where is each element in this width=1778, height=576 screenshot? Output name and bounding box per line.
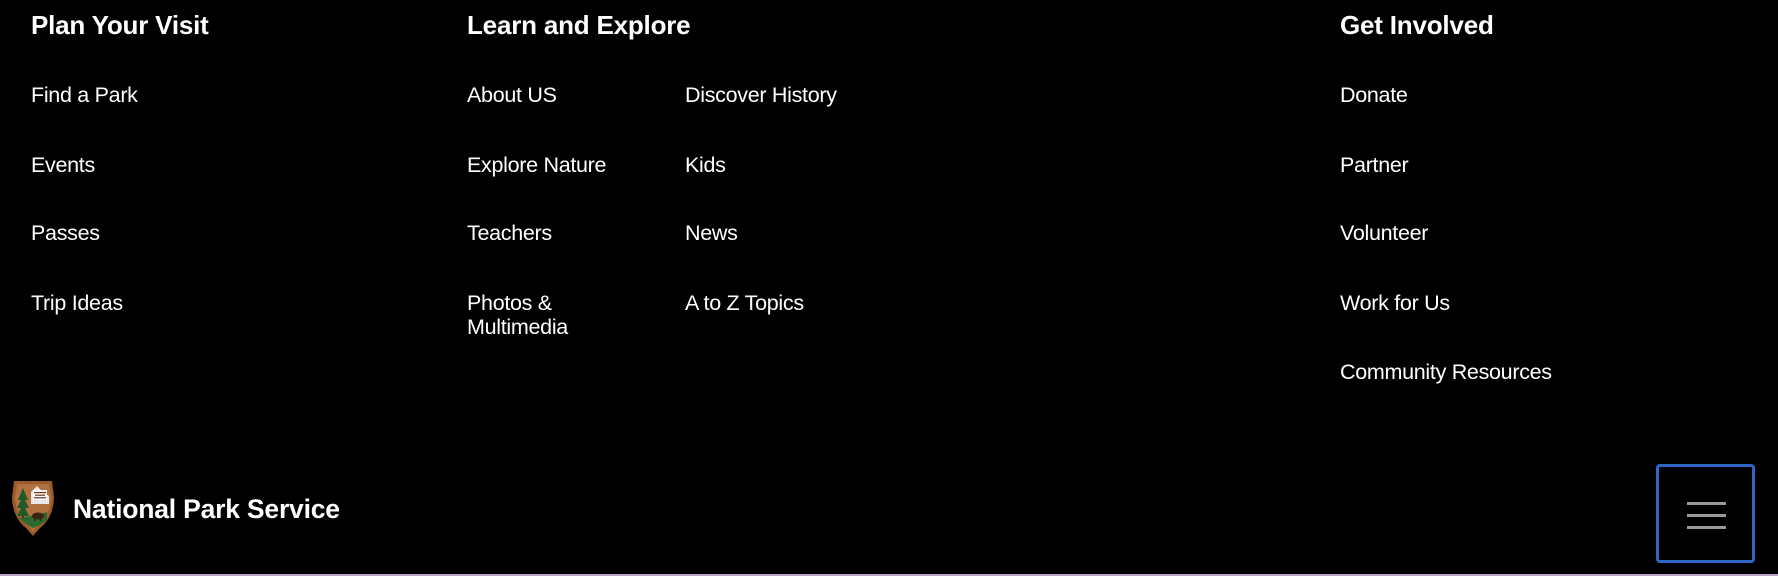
link-partner[interactable]: Partner [1340,153,1409,177]
brand-name: National Park Service [73,494,340,524]
nps-home-link[interactable]: National Park Service [9,476,340,543]
link-events[interactable]: Events [31,153,95,177]
column-heading-plan-your-visit: Plan Your Visit [31,10,209,40]
column-heading-get-involved: Get Involved [1340,10,1494,40]
link-a-to-z-topics[interactable]: A to Z Topics [685,291,804,315]
link-volunteer[interactable]: Volunteer [1340,221,1428,245]
link-kids[interactable]: Kids [685,153,726,177]
link-work-for-us[interactable]: Work for Us [1340,291,1450,315]
link-donate[interactable]: Donate [1340,83,1408,107]
link-news[interactable]: News [685,221,738,245]
link-trip-ideas[interactable]: Trip Ideas [31,291,123,315]
arrowhead-logo-icon [9,476,57,543]
link-teachers[interactable]: Teachers [467,221,552,245]
link-community-resources[interactable]: Community Resources [1340,360,1552,384]
link-passes[interactable]: Passes [31,221,100,245]
menu-button[interactable] [1656,464,1755,563]
link-photos-multimedia[interactable]: Photos & Multimedia [467,291,607,339]
link-explore-nature[interactable]: Explore Nature [467,153,607,177]
link-discover-history[interactable]: Discover History [685,83,837,107]
link-about-us[interactable]: About US [467,83,557,107]
link-find-a-park[interactable]: Find a Park [31,83,138,107]
column-heading-learn-and-explore: Learn and Explore [467,10,691,40]
